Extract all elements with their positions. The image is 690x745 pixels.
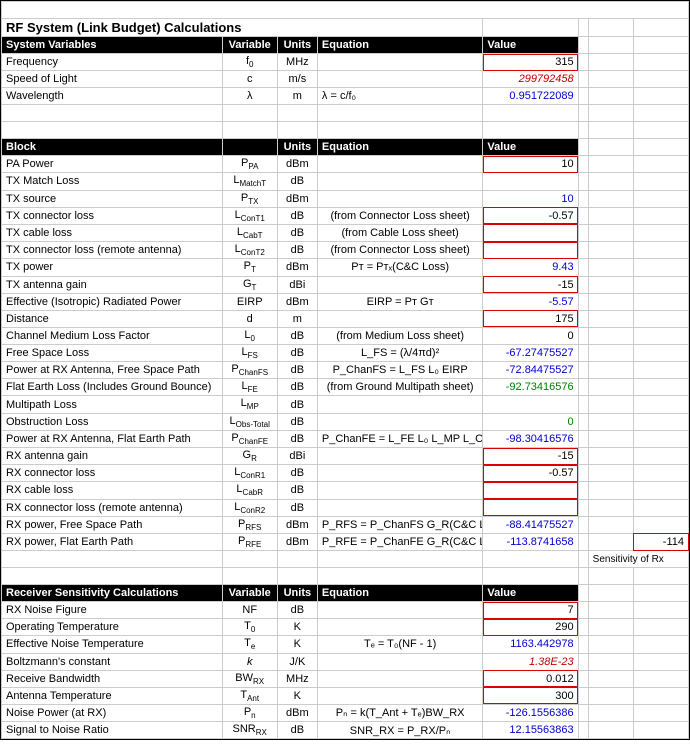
- input-rx-cable-loss[interactable]: [483, 482, 578, 499]
- input-distance[interactable]: 175: [483, 310, 578, 327]
- input-tx-conn-loss-remote[interactable]: [483, 242, 578, 259]
- row-multipath-loss: Multipath LossLMPdB: [2, 396, 689, 413]
- header-rxsens: Receiver Sensitivity Calculations Variab…: [2, 585, 689, 602]
- input-rx-conn-loss-remote[interactable]: [483, 499, 578, 516]
- col-variable: Variable: [222, 37, 277, 54]
- row-flat-earth-loss: Flat Earth Loss (Includes Ground Bounce)…: [2, 379, 689, 396]
- row-rx-power-flat-earth: RX power, Flat Earth PathPRFEdBmP_RFE = …: [2, 533, 689, 550]
- row-rx-antenna-gain: RX antenna gainGRdBi-15: [2, 448, 689, 465]
- row-pa-power: PA PowerPPAdBm10: [2, 156, 689, 173]
- sensitivity-label: Sensitivity of Rx: [588, 551, 688, 568]
- row-tx-power: TX powerPTdBmPᴛ = Pᴛₓ(C&C Loss)9.43: [2, 259, 689, 276]
- input-rx-antenna-gain[interactable]: -15: [483, 448, 578, 465]
- col-value: Value: [483, 37, 578, 54]
- input-sensitivity-rx[interactable]: -114: [633, 533, 688, 550]
- row-rx-conn-loss: RX connector lossLConR1dB-0.57: [2, 465, 689, 482]
- spreadsheet: RF System (Link Budget) Calculations Sys…: [0, 0, 690, 740]
- row-eirp: Effective (Isotropic) Radiated PowerEIRP…: [2, 293, 689, 310]
- row-frequency: Frequency f0 MHz 315: [2, 54, 689, 71]
- row-wavelength: Wavelength λ m λ = c/f₀ 0.951722089: [2, 88, 689, 105]
- input-tx-antenna-gain[interactable]: -15: [483, 276, 578, 293]
- row-operating-temp: Operating TemperatureT0K290: [2, 619, 689, 636]
- input-rx-bandwidth[interactable]: 0.012: [483, 670, 578, 687]
- row-rx-power-free-space: RX power, Free Space PathPRFSdBmP_RFS = …: [2, 516, 689, 533]
- row-tx-conn-loss: TX connector lossLConT1dB(from Connector…: [2, 207, 689, 224]
- row-channel-medium-loss: Channel Medium Loss FactorL0dB(from Medi…: [2, 327, 689, 344]
- row-antenna-temp: Antenna TemperatureTAntK300: [2, 687, 689, 704]
- input-tx-conn-loss[interactable]: -0.57: [483, 207, 578, 224]
- row-power-rx-flat-earth: Power at RX Antenna, Flat Earth PathPCha…: [2, 430, 689, 447]
- col-equation: Equation: [317, 37, 482, 54]
- row-eff-noise-temp: Effective Noise TemperatureTeKTₑ = T₀(NF…: [2, 636, 689, 653]
- row-rx-cable-loss: RX cable lossLCabRdB: [2, 482, 689, 499]
- row-tx-match-loss: TX Match LossLMatchTdB: [2, 173, 689, 190]
- col-units: Units: [277, 37, 317, 54]
- grid: RF System (Link Budget) Calculations Sys…: [1, 1, 689, 739]
- row-tx-antenna-gain: TX antenna gainGTdBi-15: [2, 276, 689, 293]
- row-boltzmann: Boltzmann's constantkJ/K1.38E-23: [2, 653, 689, 670]
- input-operating-temp[interactable]: 290: [483, 619, 578, 636]
- row-snr: Signal to Noise RatioSNRRXdBSNR_RX = P_R…: [2, 722, 689, 739]
- row-obstruction-loss: Obstruction LossLObs-TotaldB0: [2, 413, 689, 430]
- input-frequency[interactable]: 315: [483, 54, 578, 71]
- row-tx-cable-loss: TX cable lossLCabTdB(from Cable Loss she…: [2, 224, 689, 241]
- col-sysvars: System Variables: [2, 37, 223, 54]
- header-block: Block Units Equation Value: [2, 139, 689, 156]
- row-distance: Distancedm175: [2, 310, 689, 327]
- page-title: RF System (Link Budget) Calculations: [2, 19, 483, 37]
- row-noise-power: Noise Power (at RX)PndBmPₙ = k(T_Ant + T…: [2, 704, 689, 721]
- row-speed-of-light: Speed of Light c m/s 299792458: [2, 71, 689, 88]
- row-power-rx-free-space: Power at RX Antenna, Free Space PathPCha…: [2, 362, 689, 379]
- row-rx-noise-figure: RX Noise FigureNFdB7: [2, 602, 689, 619]
- row-rx-bandwidth: Receive BandwidthBWRXMHz0.012: [2, 670, 689, 687]
- row-tx-source: TX sourcePTXdBm10: [2, 190, 689, 207]
- row-rx-conn-loss-remote: RX connector loss (remote antenna)LConR2…: [2, 499, 689, 516]
- header-sysvars: System Variables Variable Units Equation…: [2, 37, 689, 54]
- input-tx-cable-loss[interactable]: [483, 224, 578, 241]
- row-free-space-loss: Free Space LossLFSdBL_FS = (λ/4πd)²-67.2…: [2, 344, 689, 361]
- input-antenna-temp[interactable]: 300: [483, 687, 578, 704]
- input-rx-conn-loss[interactable]: -0.57: [483, 465, 578, 482]
- row-tx-conn-loss-remote: TX connector loss (remote antenna)LConT2…: [2, 242, 689, 259]
- input-rx-noise-figure[interactable]: 7: [483, 602, 578, 619]
- input-pa-power[interactable]: 10: [483, 156, 578, 173]
